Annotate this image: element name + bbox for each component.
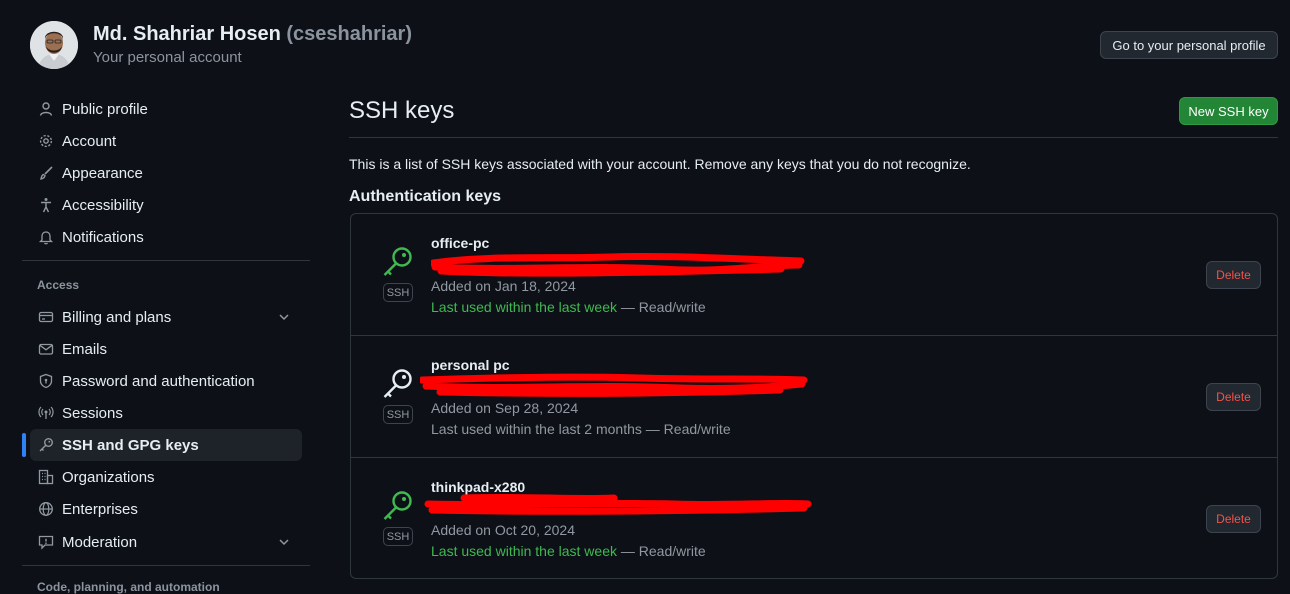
- sidebar-item-label: Emails: [62, 340, 108, 358]
- report-icon: [38, 534, 54, 550]
- sidebar-divider: [22, 565, 310, 566]
- key-added-date: Added on Jan 18, 2024: [431, 278, 576, 294]
- key-last-used: Last used within the last week — Read/wr…: [431, 299, 706, 315]
- broadcast-icon: [38, 405, 54, 421]
- avatar[interactable]: [30, 21, 78, 69]
- sidebar-item-label: Account: [62, 132, 117, 150]
- sidebar-item-account[interactable]: Account: [30, 125, 302, 157]
- key-icon: [383, 247, 412, 276]
- active-item-indicator: [22, 433, 26, 457]
- sidebar-item-moderation[interactable]: Moderation: [30, 526, 302, 558]
- key-title: personal pc: [431, 357, 510, 373]
- sidebar-item-label: Enterprises: [62, 500, 138, 518]
- section-title-authentication-keys: Authentication keys: [349, 188, 502, 205]
- key-access-level: — Read/write: [620, 299, 706, 315]
- key-icon: [383, 369, 412, 398]
- sidebar-item-label: Public profile: [62, 100, 148, 118]
- account-display-name: Md. Shahriar Hosen: [93, 23, 281, 45]
- sidebar-item-label: Organizations: [62, 468, 155, 486]
- key-access-level: — Read/write: [645, 421, 731, 437]
- sidebar-heading-code-planning: Code, planning, and automation: [37, 580, 220, 594]
- ssh-badge: SSH: [383, 527, 413, 546]
- organization-icon: [38, 469, 54, 485]
- sidebar-item-label: Moderation: [62, 533, 138, 551]
- redacted-fingerprint: [420, 373, 808, 397]
- new-ssh-key-button[interactable]: New SSH key: [1179, 97, 1278, 125]
- redacted-fingerprint: [424, 493, 812, 515]
- key-last-used: Last used within the last 2 months — Rea…: [431, 421, 731, 437]
- person-icon: [38, 101, 54, 117]
- ssh-badge: SSH: [383, 405, 413, 424]
- key-added-date: Added on Sep 28, 2024: [431, 400, 579, 416]
- account-name: Md. Shahriar Hosen (cseshahriar): [93, 23, 412, 46]
- sidebar-item-ssh-gpg-keys[interactable]: SSH and GPG keys: [30, 429, 302, 461]
- title-divider: [349, 137, 1278, 138]
- key-last-used-time: Last used within the last 2 months: [431, 421, 642, 437]
- sidebar-item-organizations[interactable]: Organizations: [30, 461, 302, 493]
- redacted-fingerprint: [431, 252, 805, 277]
- sidebar-item-accessibility[interactable]: Accessibility: [30, 189, 302, 221]
- key-title: office-pc: [431, 235, 490, 251]
- account-subtitle: Your personal account: [93, 49, 242, 66]
- list-divider: [351, 457, 1277, 458]
- sidebar-item-public-profile[interactable]: Public profile: [30, 93, 302, 125]
- chevron-down-icon[interactable]: [276, 309, 292, 325]
- sidebar-item-label: Appearance: [62, 164, 143, 182]
- gear-icon: [38, 133, 54, 149]
- sidebar-item-label: SSH and GPG keys: [62, 436, 199, 454]
- shield-lock-icon: [38, 373, 54, 389]
- sidebar-heading-access: Access: [37, 278, 80, 292]
- sidebar-item-emails[interactable]: Emails: [30, 333, 302, 365]
- key-last-used-time: Last used within the last week: [431, 299, 617, 315]
- list-divider: [351, 335, 1277, 336]
- delete-key-button[interactable]: Delete: [1206, 383, 1261, 411]
- globe-icon: [38, 501, 54, 517]
- ssh-badge: SSH: [383, 283, 413, 302]
- sidebar-item-label: Notifications: [62, 228, 144, 246]
- key-icon: [383, 491, 412, 520]
- go-to-profile-button[interactable]: Go to your personal profile: [1100, 31, 1278, 59]
- key-last-used: Last used within the last week — Read/wr…: [431, 543, 706, 559]
- credit-card-icon: [38, 309, 54, 325]
- mail-icon: [38, 341, 54, 357]
- page-title: SSH keys: [349, 97, 455, 124]
- key-access-level: — Read/write: [620, 543, 706, 559]
- sidebar-item-label: Billing and plans: [62, 308, 172, 326]
- key-icon: [38, 437, 54, 453]
- sidebar-divider: [22, 260, 310, 261]
- key-last-used-time: Last used within the last week: [431, 543, 617, 559]
- delete-key-button[interactable]: Delete: [1206, 505, 1261, 533]
- bell-icon: [38, 229, 54, 245]
- accessibility-icon: [38, 197, 54, 213]
- delete-key-button[interactable]: Delete: [1206, 261, 1261, 289]
- sidebar-item-enterprises[interactable]: Enterprises: [30, 493, 302, 525]
- paintbrush-icon: [38, 165, 54, 181]
- sidebar-item-label: Accessibility: [62, 196, 144, 214]
- chevron-down-icon[interactable]: [276, 534, 292, 550]
- key-added-date: Added on Oct 20, 2024: [431, 522, 575, 538]
- page-description: This is a list of SSH keys associated wi…: [349, 156, 971, 172]
- sidebar-item-password-auth[interactable]: Password and authentication: [30, 365, 302, 397]
- sidebar-item-label: Password and authentication: [62, 372, 255, 390]
- sidebar-item-sessions[interactable]: Sessions: [30, 397, 302, 429]
- sidebar-item-appearance[interactable]: Appearance: [30, 157, 302, 189]
- sidebar-item-billing[interactable]: Billing and plans: [30, 301, 302, 333]
- sidebar-item-label: Sessions: [62, 404, 123, 422]
- sidebar-item-notifications[interactable]: Notifications: [30, 221, 302, 253]
- account-handle: (cseshahriar): [286, 23, 412, 45]
